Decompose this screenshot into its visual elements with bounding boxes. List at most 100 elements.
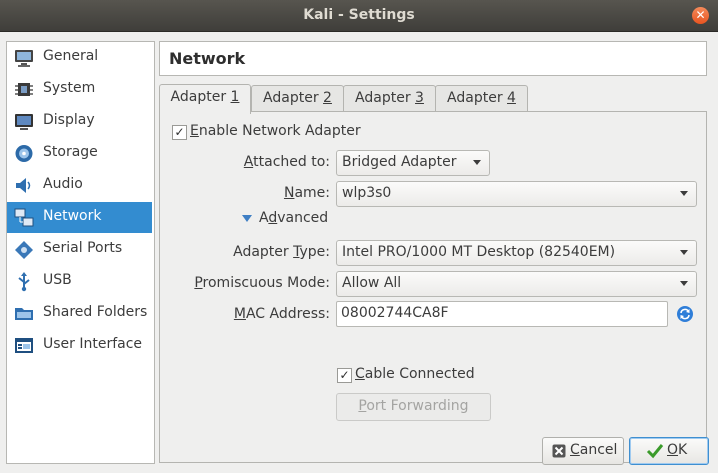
tab-mnemonic: 3 [415, 90, 424, 106]
chevron-down-icon [680, 250, 688, 255]
label-text: ttached to: [253, 154, 330, 170]
sidebar-item-system[interactable]: System [7, 74, 152, 105]
mnemonic: d [268, 210, 278, 226]
promiscuous-mode-label: Promiscuous Mode: [194, 275, 330, 291]
label-text: ame: [294, 185, 330, 201]
chip-icon [15, 83, 33, 96]
tab-label: Adapter [355, 90, 416, 106]
chevron-down-icon [680, 191, 688, 196]
usb-icon [18, 272, 30, 292]
label-text: vanced [277, 210, 329, 226]
mnemonic: N [283, 185, 295, 201]
label-text: ancel [579, 442, 618, 458]
ok-check-icon [646, 444, 664, 459]
refresh-mac-icon[interactable] [676, 305, 694, 323]
adapter-type-label: Adapter Type: [233, 244, 330, 260]
tab-label: Adapter [170, 89, 231, 105]
storage-disk-icon [15, 145, 33, 162]
port-forwarding-button[interactable]: Port Forwarding [336, 393, 491, 421]
sidebar-item-label: Audio [43, 176, 83, 192]
sidebar-item-shared-folders[interactable]: Shared Folders [7, 298, 152, 329]
label-text: A [259, 210, 269, 226]
attached-to-label: Attached to: [244, 154, 330, 170]
sidebar-item-label: Storage [43, 144, 98, 160]
adapter-type-select[interactable]: Intel PRO/1000 MT Desktop (82540EM) [336, 240, 697, 266]
name-label: Name: [284, 185, 330, 201]
selected-value: Intel PRO/1000 MT Desktop (82540EM) [342, 244, 616, 260]
sidebar-item-label: USB [43, 272, 72, 288]
speaker-icon [16, 178, 31, 193]
cancel-button[interactable]: Cancel [542, 437, 624, 465]
sidebar-item-serial-ports[interactable]: Serial Ports [7, 234, 152, 265]
cable-connected-checkbox[interactable]: ✓ [337, 368, 352, 383]
label-text: AC Address: [245, 306, 330, 322]
tab-adapter-2[interactable]: Adapter 2 [251, 85, 344, 113]
sidebar-item-usb[interactable]: USB [7, 266, 152, 297]
mnemonic: O [667, 442, 679, 458]
tab-mnemonic: 1 [230, 89, 240, 105]
label-text: ort Forwarding [366, 398, 469, 414]
name-select[interactable]: wlp3s0 [336, 181, 697, 207]
tab-adapter-1[interactable]: Adapter 1 [159, 84, 251, 114]
sidebar-item-label: Network [43, 208, 102, 224]
tab-label: Adapter [263, 90, 324, 106]
sidebar-item-label: System [43, 80, 96, 96]
mac-address-label: MAC Address: [234, 306, 330, 322]
enable-adapter-checkbox[interactable]: ✓ [172, 125, 187, 140]
sidebar-item-label: General [43, 48, 99, 64]
ok-button[interactable]: OK [629, 437, 709, 465]
selected-value: wlp3s0 [342, 185, 392, 201]
serial-port-icon [15, 241, 33, 259]
mac-address-field[interactable]: 08002744CA8F [336, 301, 668, 327]
sidebar-item-label: User Interface [43, 336, 143, 352]
sidebar-item-audio[interactable]: Audio [7, 170, 152, 201]
label-text: ype: [299, 244, 330, 260]
mnemonic: C [570, 442, 580, 458]
label-text: K [678, 442, 688, 458]
mnemonic: M [233, 306, 246, 322]
settings-window: General System Display Storage Audio Net… [0, 32, 718, 473]
display-icon [15, 114, 33, 130]
adapter-panel: ✓ Enable Network Adapter Attached to: Br… [159, 111, 707, 463]
chevron-down-icon [473, 160, 481, 165]
sidebar-item-network[interactable]: Network [7, 202, 152, 233]
label-text: Adapter [233, 244, 294, 260]
tab-mnemonic: 4 [507, 90, 516, 106]
promiscuous-mode-select[interactable]: Allow All [336, 271, 697, 297]
cancel-x-icon [552, 444, 566, 458]
sidebar-item-display[interactable]: Display [7, 106, 152, 137]
cable-connected-label[interactable]: Cable Connected [355, 366, 475, 382]
selected-value: Allow All [342, 275, 402, 291]
selected-value: Bridged Adapter [342, 154, 457, 170]
tab-mnemonic: 2 [323, 90, 332, 106]
title-bar: Kali - Settings ✕ [0, 0, 718, 32]
sidebar-item-label: Serial Ports [43, 240, 123, 256]
tab-label: Adapter [447, 90, 508, 106]
page-title: Network [169, 49, 246, 68]
mnemonic: A [243, 154, 254, 170]
advanced-toggle[interactable]: Advanced [259, 210, 328, 226]
close-window-button[interactable]: ✕ [692, 7, 709, 24]
monitor-general-icon [15, 50, 33, 67]
folder-icon [15, 308, 33, 320]
sidebar-item-user-interface[interactable]: User Interface [7, 330, 152, 361]
mnemonic: E [190, 123, 199, 139]
tab-adapter-3[interactable]: Adapter 3 [343, 85, 436, 113]
sidebar-item-general[interactable]: General [7, 42, 152, 73]
label-text: nable Network Adapter [198, 123, 361, 139]
settings-sidebar: General System Display Storage Audio Net… [6, 41, 155, 464]
label-text: able Connected [364, 366, 475, 382]
window-title: Kali - Settings [303, 7, 415, 23]
sidebar-item-storage[interactable]: Storage [7, 138, 152, 169]
mnemonic: P [194, 275, 203, 291]
mnemonic: C [355, 366, 365, 382]
sidebar-item-label: Display [43, 112, 95, 128]
tab-adapter-4[interactable]: Adapter 4 [435, 85, 528, 113]
enable-adapter-label[interactable]: Enable Network Adapter [190, 123, 361, 139]
label-text: romiscuous Mode: [202, 275, 330, 291]
chevron-down-icon [680, 281, 688, 286]
expand-triangle-icon[interactable] [242, 215, 252, 222]
field-value: 08002744CA8F [341, 305, 449, 321]
network-icon [14, 208, 34, 227]
attached-to-select[interactable]: Bridged Adapter [336, 150, 490, 176]
